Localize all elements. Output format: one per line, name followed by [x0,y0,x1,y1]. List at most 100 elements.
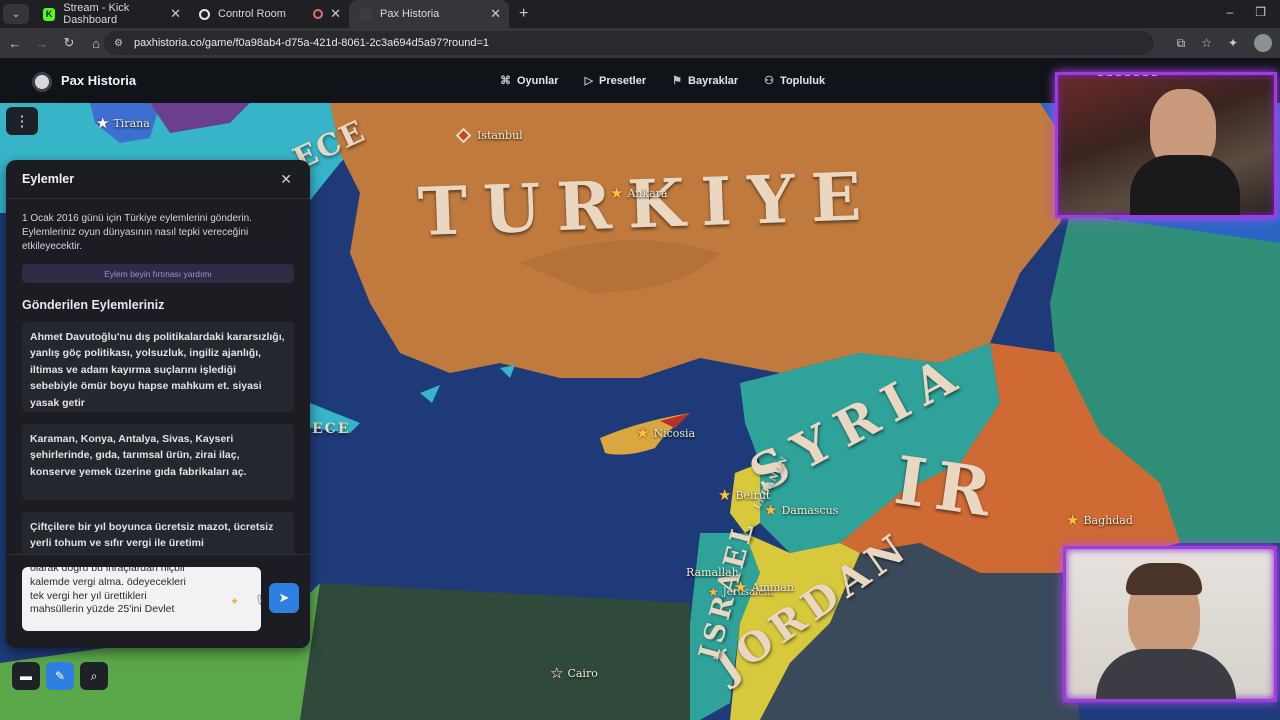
minimize-icon[interactable]: – [1227,5,1234,19]
action-input-text: olarak doğru bu ihraçlardan hiçbir kalem… [30,567,186,616]
capital-star-icon: ★ [636,424,650,442]
panel-description: 1 Ocak 2016 günü için Türkiye eylemlerin… [22,213,252,252]
city-ramallah[interactable]: Ramallah [686,566,739,579]
bookmark-star-icon[interactable]: ☆ [1201,36,1212,50]
site-logo-text[interactable]: Pax Historia [61,73,136,88]
city-name: Cairo [567,666,598,680]
webcam-frame-decoration [1176,549,1236,550]
country-label-iraq: IR [890,441,1006,533]
city-ankara[interactable]: ★ Ankara [610,184,668,202]
close-tab-icon[interactable]: ✕ [330,6,341,22]
capital-star-icon: ★ [1066,511,1080,529]
capital-star-icon: ★ [718,486,732,504]
capital-star-icon: ★ [610,184,624,202]
recording-icon [313,9,323,19]
search-icon: ⌕ [90,668,98,683]
capital-star-icon: ★ [764,501,778,519]
capital-star-icon: ★ [96,114,110,132]
chat-icon: ▬ [20,669,32,683]
actions-button[interactable]: ✎ [46,662,74,690]
close-tab-icon[interactable]: ✕ [170,6,181,22]
capital-star-icon: ★ [708,585,719,599]
extensions-icon[interactable]: ✦ [1228,36,1238,50]
new-tab-button[interactable]: + [519,5,528,23]
url-text: paxhistoria.co/game/f0a98ab4-d75a-421d-8… [134,37,490,49]
city-name: Ankara [627,186,668,200]
egypt-region [300,583,690,720]
city-name: Ramallah [686,566,739,579]
webcam-overlay-bottom [1063,546,1277,702]
city-amman[interactable]: ★ Amman [734,578,794,596]
capital-diamond-icon [455,127,472,144]
brainstorm-help-button[interactable]: Eylem beyin fırtınası yardımı [22,264,294,283]
search-button[interactable]: ⌕ [80,662,108,690]
menu-kebab-button[interactable]: ⋮ [6,107,38,135]
flag-icon: ⚑ [672,75,683,87]
globe-favicon-icon [199,8,210,20]
tab-title: Control Room [218,8,286,20]
reload-icon[interactable]: ↻ [57,35,81,51]
back-arrow-icon[interactable]: ← [3,36,27,51]
nav-bayraklar[interactable]: ⚑ Bayraklar [672,74,739,88]
capital-star-icon: ★ [734,578,748,596]
action-input-area: olarak doğru bu ihraçlardan hiçbir kalem… [6,554,310,648]
city-name: Beirut [735,488,771,502]
city-name: Amman [751,580,794,594]
site-nav: ⌘ Oyunlar ▷ Presetler ⚑ Bayraklar ⚇ Topluluk [500,74,826,88]
city-nicosia[interactable]: ★ Nicosia [636,424,695,442]
panel-divider [6,198,310,199]
country-label-greece-south: ECE [312,421,351,437]
ai-sparkle-icon[interactable]: ✦ [230,595,239,608]
nav-label: Topluluk [780,74,826,87]
sent-action-card: Karaman, Konya, Antalya, Sivas, Kayseri … [22,424,294,500]
forward-arrow-icon[interactable]: → [30,36,54,51]
chat-button[interactable]: ▬ [12,662,40,690]
panel-title: Eylemler [22,172,75,186]
tab-search-chevron-icon[interactable]: ⌄ [3,4,29,24]
pen-icon: ✎ [54,669,66,683]
nav-label: Oyunlar [517,74,559,87]
city-beirut[interactable]: ★ Beirut [718,486,770,504]
city-istanbul[interactable]: Istanbul [455,127,523,144]
people-icon: ⚇ [764,75,775,87]
actions-panel: Eylemler ✕ 1 Ocak 2016 günü için Türkiye… [6,160,310,648]
install-app-icon[interactable]: ⧉ [1177,36,1186,51]
city-name: Damascus [781,503,839,517]
nav-presetler[interactable]: ▷ Presetler [584,74,647,88]
webcam-overlay-top [1055,72,1277,218]
close-tab-icon[interactable]: ✕ [490,6,501,22]
tab-title: Pax Historia [380,8,440,20]
tab-control-room[interactable]: Control Room ✕ [189,0,349,28]
webcam-frame-decoration [1098,75,1158,76]
city-name: Tirana [113,116,150,130]
profile-avatar[interactable] [1254,34,1272,52]
city-damascus[interactable]: ★ Damascus [764,501,838,519]
tab-kick-dashboard[interactable]: K Stream - Kick Dashboard ✕ [33,0,189,28]
maximize-icon[interactable]: ❐ [1255,5,1266,19]
pax-historia-logo-icon[interactable] [32,72,52,92]
city-cairo[interactable]: ☆ Cairo [550,664,598,682]
city-name: Nicosia [653,426,696,440]
city-baghdad[interactable]: ★ Baghdad [1066,511,1133,529]
site-info-icon[interactable]: ⚙ [114,38,132,49]
send-icon: ➤ [278,590,290,605]
send-button[interactable]: ➤ [269,583,299,613]
kick-favicon-icon: K [43,7,56,21]
window-controls: – ❐ [1227,5,1266,19]
nav-topluluk[interactable]: ⚇ Topluluk [764,74,826,88]
country-label-turkiye: TURKIYE [416,157,879,251]
action-input-field[interactable]: olarak doğru bu ihraçlardan hiçbir kalem… [22,567,261,631]
bottom-toolbar: ▬ ✎ ⌕ [12,662,108,690]
nav-oyunlar[interactable]: ⌘ Oyunlar [500,74,559,88]
address-bar[interactable]: ⚙ paxhistoria.co/game/f0a98ab4-d75a-421d… [104,31,1154,55]
city-name: Istanbul [477,129,523,142]
sent-action-card: Ahmet Davutoğlu'nu dış politikalardaki k… [22,322,294,412]
tab-pax-historia[interactable]: Pax Historia ✕ [349,0,509,28]
streamer-body [1096,649,1236,699]
play-icon: ▷ [584,75,594,87]
close-icon[interactable]: ✕ [280,171,292,188]
nav-label: Bayraklar [688,74,739,87]
city-tirana[interactable]: ★ Tirana [96,114,150,132]
microphone-icon[interactable]: 🎙 [254,594,261,607]
tab-title: Stream - Kick Dashboard [63,2,130,26]
